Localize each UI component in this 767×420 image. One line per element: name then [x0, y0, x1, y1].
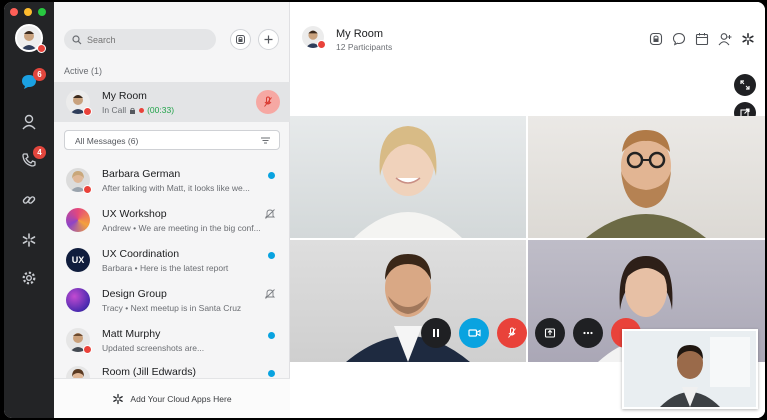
unread-indicator [268, 332, 275, 339]
unread-indicator [268, 172, 275, 179]
active-section-label: Active (1) [64, 66, 103, 76]
lock-icon [130, 107, 136, 114]
conversation-name: Room (Jill Edwards) [102, 366, 196, 378]
messages-badge: 6 [33, 68, 46, 81]
active-call-status: In Call (00:33) [102, 105, 174, 115]
mute-button[interactable] [256, 90, 280, 114]
filter-icon [261, 137, 270, 144]
dial-pad-button[interactable] [230, 29, 251, 50]
conversation-preview: After talking with Matt, it looks like w… [102, 183, 250, 193]
maximize-window-button[interactable] [38, 8, 46, 16]
conversation-name: UX Coordination [102, 248, 180, 260]
apps-asterisk-icon[interactable] [741, 32, 755, 46]
list-item[interactable]: UX UX Coordination Barbara • Here is the… [54, 240, 290, 280]
nav-rail: 6 4 [4, 2, 54, 418]
search-icon [72, 34, 82, 44]
list-item[interactable]: Barbara German After talking with Matt, … [54, 160, 290, 200]
close-window-button[interactable] [10, 8, 18, 16]
apps-asterisk-icon [22, 233, 36, 247]
apps-nav-button[interactable] [19, 230, 39, 250]
filter-label: All Messages (6) [75, 136, 139, 146]
active-call-row[interactable]: My Room In Call (00:33) [54, 82, 290, 122]
presence-status-dot [83, 107, 92, 116]
presence-status-dot [317, 40, 326, 49]
active-room-name: My Room [102, 90, 147, 102]
muted-bell-icon [264, 209, 276, 219]
conversation-preview: Tracy • Next meetup is in Santa Cruz [102, 303, 242, 313]
pause-icon [433, 329, 439, 337]
app-window: 6 4 Search Active (1) My Room In Call (0… [4, 2, 765, 418]
conversation-name: Design Group [102, 288, 167, 300]
group-avatar [66, 288, 90, 312]
presence-status-dot [37, 44, 46, 53]
list-item[interactable]: UX Workshop Andrew • We are meeting in t… [54, 200, 290, 240]
settings-nav-button[interactable] [19, 268, 39, 288]
recording-dot [139, 107, 145, 113]
conversation-name: UX Workshop [102, 208, 167, 220]
participant-count[interactable]: 12 Participants [336, 42, 392, 52]
contacts-nav-button[interactable] [19, 112, 39, 132]
call-status-text: In Call [102, 105, 127, 115]
group-avatar [66, 208, 90, 232]
conversation-sidebar: Active (1) My Room In Call (00:33) [54, 2, 290, 418]
search-input[interactable] [87, 34, 197, 45]
muted-bell-icon [264, 289, 276, 299]
gear-icon [22, 271, 36, 285]
conversation-preview: Barbara • Here is the latest report [102, 263, 229, 273]
video-toggle-button[interactable] [459, 318, 489, 348]
unread-indicator [268, 252, 275, 259]
apps-asterisk-icon [113, 393, 124, 404]
fullscreen-button[interactable] [734, 74, 756, 96]
participant-video-tile[interactable] [528, 116, 765, 238]
conversation-preview: Andrew • We are meeting in the big conf.… [102, 223, 261, 233]
more-horizontal-icon [583, 331, 593, 335]
call-controls [421, 318, 641, 348]
share-screen-button[interactable] [535, 318, 565, 348]
more-options-button[interactable] [573, 318, 603, 348]
self-view-video[interactable] [622, 329, 758, 409]
minimize-window-button[interactable] [24, 8, 32, 16]
chat-icon[interactable] [672, 32, 686, 46]
keypad-lock-icon [236, 35, 245, 44]
plus-icon [264, 35, 273, 44]
message-filter-dropdown[interactable]: All Messages (6) [64, 130, 280, 150]
presence-status-dot [83, 185, 92, 194]
calls-badge: 4 [33, 146, 46, 159]
hold-button[interactable] [421, 318, 451, 348]
unread-indicator [268, 370, 275, 377]
add-cloud-apps-label: Add Your Cloud Apps Here [130, 393, 232, 404]
video-camera-icon [467, 329, 481, 337]
calendar-icon[interactable] [695, 32, 709, 46]
links-nav-button[interactable] [19, 190, 39, 210]
link-icon [22, 196, 36, 204]
add-participant-icon[interactable] [718, 32, 732, 46]
search-box[interactable] [64, 29, 216, 50]
expand-icon [740, 80, 750, 90]
security-lock-icon[interactable] [649, 32, 663, 46]
room-title: My Room [336, 28, 384, 40]
conversation-name: Barbara German [102, 168, 181, 180]
presence-status-dot [83, 345, 92, 354]
participant-video-image [586, 130, 706, 238]
list-item[interactable]: Matt Murphy Updated screenshots are... [54, 320, 290, 360]
conversation-preview: Updated screenshots are... [102, 343, 205, 353]
self-video-image [624, 331, 756, 407]
microphone-mute-button[interactable] [497, 318, 527, 348]
call-timer: (00:33) [147, 105, 175, 115]
meeting-view: My Room 12 Participants [290, 2, 765, 418]
room-header: My Room 12 Participants [290, 2, 765, 64]
microphone-muted-icon [508, 327, 516, 338]
initials-avatar: UX [66, 248, 90, 272]
share-icon [544, 328, 556, 338]
add-cloud-apps-button[interactable]: Add Your Cloud Apps Here [54, 378, 290, 418]
new-conversation-button[interactable] [258, 29, 279, 50]
window-controls [10, 8, 46, 16]
person-icon [22, 114, 36, 130]
participant-video-tile[interactable] [290, 116, 526, 238]
list-item[interactable]: Design Group Tracy • Next meetup is in S… [54, 280, 290, 320]
participant-video-image [354, 126, 462, 238]
microphone-muted-icon [264, 96, 272, 107]
conversation-name: Matt Murphy [102, 328, 161, 340]
